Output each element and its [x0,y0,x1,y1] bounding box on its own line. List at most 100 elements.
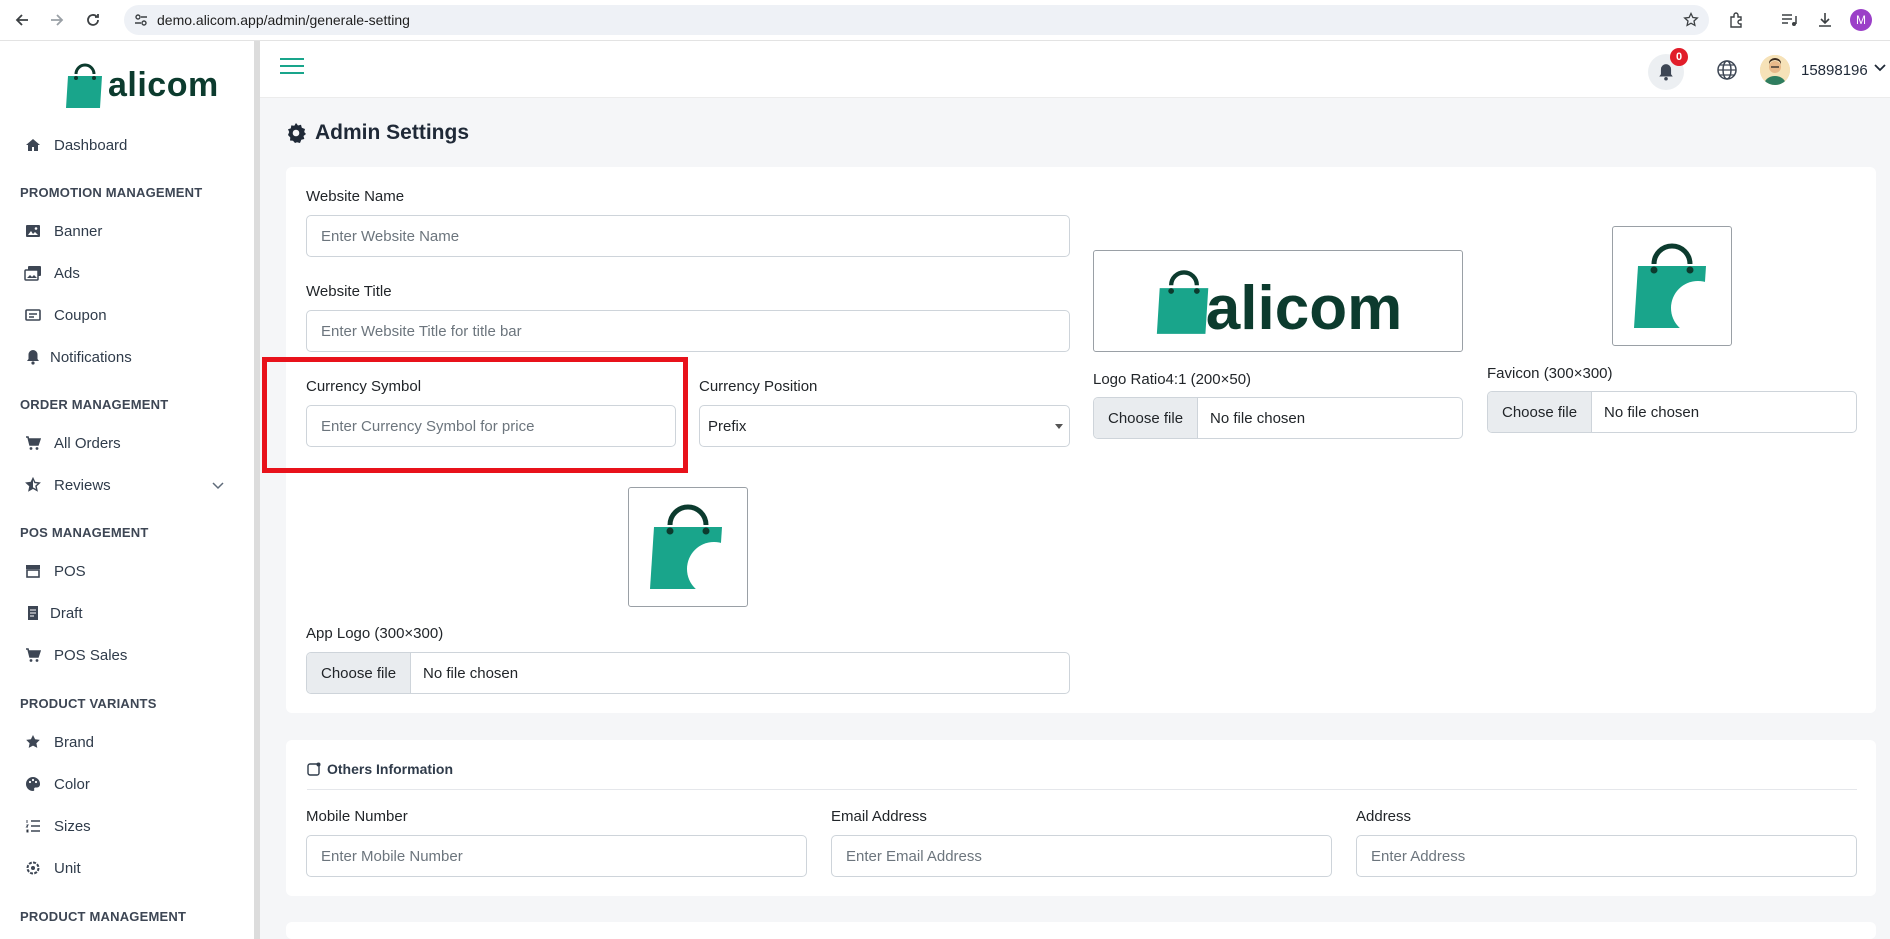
choose-file-button[interactable]: Choose file [1094,398,1199,438]
user-id-label[interactable]: 15898196 [1801,62,1868,79]
chevron-down-icon[interactable] [212,482,224,490]
back-arrow-icon[interactable] [11,9,33,31]
sidebar-item-banner[interactable]: Banner [24,219,102,243]
sidebar-item-all-orders[interactable]: All Orders [24,431,121,455]
shopping-bag-logo-icon [66,63,102,108]
sidebar-scrollbar[interactable] [254,41,260,939]
sidebar-item-label: Reviews [54,476,111,494]
app-logo-image-icon [650,504,736,595]
url-text[interactable]: demo.alicom.app/admin/generale-setting [157,12,410,28]
section-promotion-management: PROMOTION MANAGEMENT [20,185,203,200]
sidebar-item-notifications[interactable]: Notifications [24,345,132,369]
coupon-icon [24,306,42,324]
sidebar-item-color[interactable]: Color [24,772,90,796]
gear-icon [285,122,307,144]
logo-preview-text: alicom [1205,273,1403,343]
image-icon [24,222,42,240]
email-address-label: Email Address [831,808,927,825]
section-product-variants: PRODUCT VARIANTS [20,696,157,711]
extensions-icon[interactable] [1726,9,1748,31]
section-product-management: PRODUCT MANAGEMENT [20,909,187,924]
star-icon [24,733,42,751]
others-information-heading: Others Information [307,761,453,777]
favicon-file-input[interactable]: Choose file No file chosen [1487,391,1857,433]
language-globe-icon[interactable] [1716,59,1738,81]
select-caret-icon [1055,424,1063,429]
bookmark-star-icon[interactable] [1683,11,1699,33]
file-status-text: No file chosen [1210,409,1306,427]
store-icon [24,562,42,580]
sidebar-item-label: Brand [54,733,95,751]
section-divider [307,789,1857,790]
app-logo-file-input[interactable]: Choose file No file chosen [306,652,1070,694]
sidebar-item-ads[interactable]: Ads [24,261,80,285]
home-icon [24,136,42,154]
address-input[interactable]: Enter Address [1356,835,1857,877]
sidebar-item-label: Notifications [50,348,132,366]
address-bar[interactable]: demo.alicom.app/admin/generale-setting [124,5,1709,35]
sidebar-item-coupon[interactable]: Coupon [24,303,107,327]
menu-toggle-icon[interactable] [280,58,304,76]
bell-icon [1659,64,1673,81]
logo-text: alicom [108,65,219,104]
sidebar-item-label: Draft [50,604,83,622]
site-info-icon[interactable] [134,13,148,32]
sidebar-item-label: Banner [54,222,103,240]
currency-position-label: Currency Position [699,378,818,395]
sidebar-item-unit[interactable]: Unit [24,856,81,880]
choose-file-button[interactable]: Choose file [307,653,412,693]
logo-label: Logo Ratio4:1 (200×50) [1093,371,1252,388]
brand-logo[interactable]: alicom [64,59,224,111]
sidebar-item-label: All Orders [54,434,121,452]
file-status-text: No file chosen [423,664,519,682]
list-ordered-icon [24,817,42,835]
cart-icon [24,646,42,664]
app-logo-preview [628,487,748,607]
logo-file-input[interactable]: Choose file No file chosen [1093,397,1463,439]
browser-profile-avatar[interactable]: M [1850,9,1872,31]
website-name-input[interactable]: Enter Website Name [306,215,1070,257]
section-pos-management: POS MANAGEMENT [20,525,149,540]
sidebar-item-dashboard[interactable]: Dashboard [24,133,127,157]
website-title-input[interactable]: Enter Website Title for title bar [306,310,1070,352]
star-half-icon [24,476,42,494]
sidebar: alicom Dashboard PROMOTION MANAGEMENT Ba… [0,41,254,939]
next-settings-card [286,922,1876,939]
user-avatar[interactable] [1760,55,1790,85]
section-order-management: ORDER MANAGEMENT [20,397,169,412]
notification-count-badge: 0 [1670,48,1688,66]
sidebar-item-brand[interactable]: Brand [24,730,94,754]
sidebar-item-pos[interactable]: POS [24,559,86,583]
forward-arrow-icon[interactable] [46,9,68,31]
sidebar-item-label: Color [54,775,90,793]
media-controls-icon[interactable] [1778,9,1800,31]
file-status-text: No file chosen [1604,403,1700,421]
sidebar-item-draft[interactable]: Draft [24,601,83,625]
page-title-text: Admin Settings [315,121,470,144]
reload-icon[interactable] [82,9,104,31]
sidebar-item-sizes[interactable]: Sizes [24,814,91,838]
top-header: 0 15898196 [260,41,1890,98]
logo-bag-icon [1156,270,1209,334]
mobile-number-label: Mobile Number [306,808,408,825]
choose-file-button[interactable]: Choose file [1488,392,1593,432]
logo-preview: alicom [1093,250,1463,352]
chevron-down-icon[interactable] [1874,64,1886,72]
gear-icon [24,859,42,877]
phone-info-icon [307,762,321,776]
email-address-input[interactable]: Enter Email Address [831,835,1332,877]
mobile-number-input[interactable]: Enter Mobile Number [306,835,807,877]
sidebar-item-reviews[interactable]: Reviews [24,473,111,497]
sidebar-item-label: Ads [54,264,80,282]
favicon-preview [1612,226,1732,346]
sidebar-item-label: Unit [54,859,81,877]
user-avatar-icon [1760,55,1790,85]
page-title: Admin Settings [285,121,469,145]
website-name-label: Website Name [306,188,405,205]
currency-position-select[interactable]: Prefix [699,405,1070,447]
sidebar-item-pos-sales[interactable]: POS Sales [24,643,127,667]
download-icon[interactable] [1814,9,1836,31]
sidebar-item-label: POS [54,562,86,580]
images-icon [24,264,42,282]
cart-icon [24,434,42,452]
